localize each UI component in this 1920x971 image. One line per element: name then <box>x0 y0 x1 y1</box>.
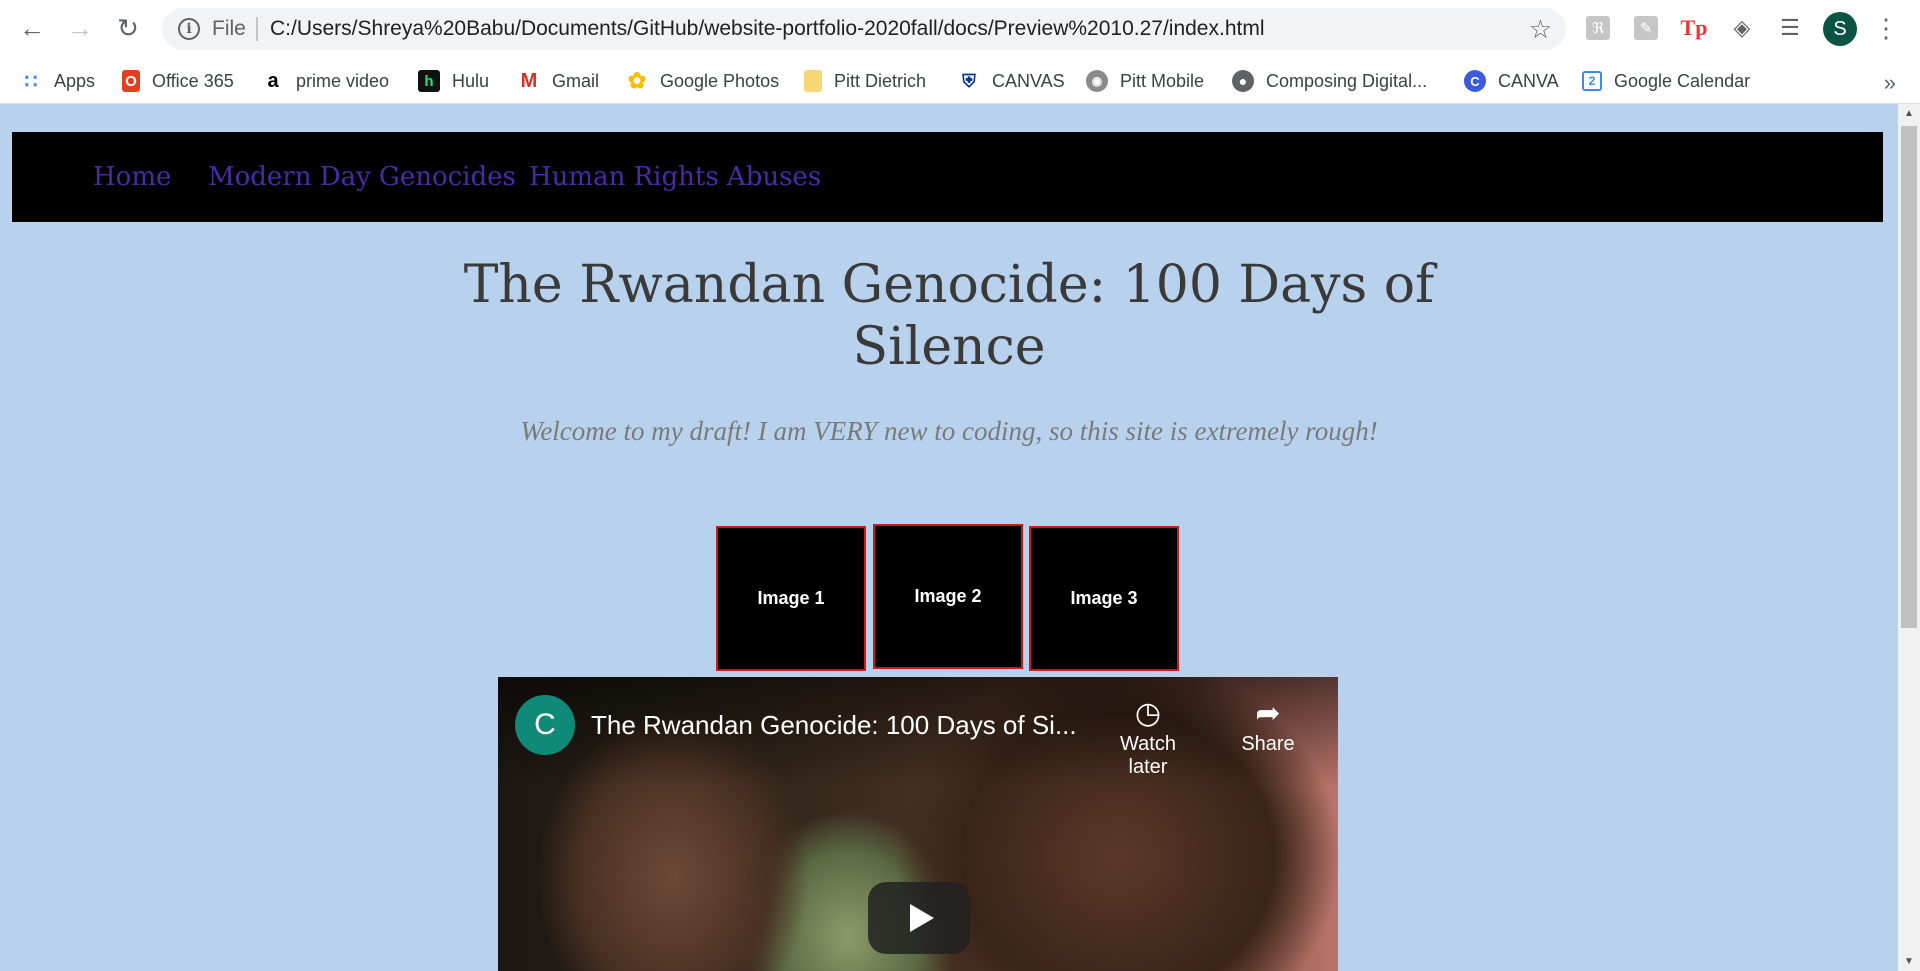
watch-later-button[interactable]: ◷ Watch later <box>1098 695 1198 779</box>
bookmark-label: Hulu <box>452 70 490 91</box>
site-info-icon[interactable]: i <box>178 18 200 40</box>
pitt-seal-icon: ⛨ <box>962 70 976 91</box>
site-nav-bar: Home Modern Day Genocides Human Rights A… <box>12 132 1883 222</box>
puzzle-extensions-icon[interactable]: ◈ <box>1726 12 1758 44</box>
bookmark-canva[interactable]: C CANVA <box>1464 66 1559 96</box>
grammarly-extension-icon[interactable]: ℜ <box>1582 12 1614 44</box>
image-placeholder-3[interactable]: Image 3 <box>1029 526 1179 671</box>
scroll-down-arrow-icon[interactable]: ▼ <box>1904 956 1914 967</box>
bookmark-google-calendar[interactable]: 2 Google Calendar <box>1582 66 1750 96</box>
bookmark-label: prime video <box>296 70 390 91</box>
scroll-up-arrow-icon[interactable]: ▲ <box>1904 108 1914 119</box>
bookmark-label: Google Calendar <box>1614 70 1751 91</box>
page-scrollbar[interactable]: ▲ ▼ <box>1898 104 1920 971</box>
bookmark-label: Pitt Dietrich <box>834 70 927 91</box>
bookmark-label: CANVA <box>1498 70 1559 91</box>
pdf-extension-icon[interactable]: ✎ <box>1630 12 1662 44</box>
scrollbar-thumb[interactable] <box>1901 126 1917 628</box>
image-placeholder-2[interactable]: Image 2 <box>873 524 1023 669</box>
page-title: The Rwandan Genocide: 100 Days of Silenc… <box>0 254 1898 378</box>
globe-icon: ● <box>1232 70 1254 92</box>
omnibox-divider <box>256 17 258 41</box>
apps-grid-icon: ∷ <box>24 70 38 93</box>
bookmark-composing-digital[interactable]: ● Composing Digital... <box>1232 66 1427 96</box>
google-photos-icon: ✿ <box>627 68 647 93</box>
image-placeholder-1[interactable]: Image 1 <box>716 526 866 671</box>
bookmark-office-365[interactable]: O Office 365 <box>122 66 234 96</box>
bookmark-google-photos[interactable]: ✿ Google Photos <box>626 66 779 96</box>
gmail-icon: M <box>520 69 538 92</box>
reload-icon[interactable]: ↻ <box>110 10 146 46</box>
video-title[interactable]: The Rwandan Genocide: 100 Days of Si... <box>591 710 1077 741</box>
bookmarks-bar: ∷ Apps O Office 365 a prime video h Hulu… <box>0 58 1920 104</box>
pitt-mobile-icon: ◉ <box>1086 70 1108 92</box>
address-bar[interactable]: i File C:/Users/Shreya%20Babu/Documents/… <box>162 8 1566 50</box>
clock-icon: ◷ <box>1134 697 1162 730</box>
share-label: Share <box>1241 733 1295 755</box>
nav-link-home[interactable]: Home <box>93 162 171 192</box>
menu-kebab-icon[interactable]: ⋮ <box>1873 10 1899 46</box>
bookmark-prime-video[interactable]: a prime video <box>262 66 389 96</box>
channel-avatar[interactable]: C <box>515 695 575 755</box>
bookmark-canvas[interactable]: ⛨ CANVAS <box>958 66 1065 96</box>
share-arrow-icon: ➦ <box>1255 697 1281 730</box>
page-subtitle: Welcome to my draft! I am VERY new to co… <box>520 416 1378 446</box>
share-button[interactable]: ➦ Share <box>1218 695 1318 756</box>
bookmark-label: Pitt Mobile <box>1120 70 1205 91</box>
nav-link-human-rights-abuses[interactable]: Human Rights Abuses <box>529 162 821 192</box>
youtube-video-embed[interactable]: C The Rwandan Genocide: 100 Days of Si..… <box>498 677 1338 971</box>
media-queue-icon[interactable]: ☰ <box>1774 12 1806 44</box>
back-arrow-icon[interactable]: ← <box>14 10 50 46</box>
bookmark-label: CANVAS <box>992 70 1065 91</box>
bookmark-gmail[interactable]: M Gmail <box>518 66 599 96</box>
amazon-icon: a <box>267 69 279 92</box>
bookmark-hulu[interactable]: h Hulu <box>418 66 489 96</box>
canva-icon: C <box>1464 70 1486 92</box>
hulu-icon: h <box>418 70 440 92</box>
page-viewport: Home Modern Day Genocides Human Rights A… <box>0 104 1898 971</box>
nav-link-modern-day-genocides[interactable]: Modern Day Genocides <box>208 162 516 192</box>
profile-avatar[interactable]: S <box>1823 12 1857 46</box>
play-icon <box>910 904 934 932</box>
url-text[interactable]: C:/Users/Shreya%20Babu/Documents/GitHub/… <box>270 17 1265 41</box>
google-calendar-icon: 2 <box>1582 71 1602 91</box>
tp-extension-icon[interactable]: Tp <box>1678 12 1710 44</box>
play-button[interactable] <box>868 882 970 954</box>
bookmark-pitt-mobile[interactable]: ◉ Pitt Mobile <box>1086 66 1204 96</box>
bookmark-label: Composing Digital... <box>1266 70 1428 91</box>
bookmark-apps[interactable]: ∷ Apps <box>20 66 95 96</box>
office-icon: O <box>122 70 140 92</box>
bookmark-label: Office 365 <box>152 70 234 91</box>
page-title-line-1: The Rwandan Genocide: 100 Days of <box>463 255 1435 315</box>
bookmark-label: Google Photos <box>660 70 780 91</box>
bookmark-star-icon[interactable]: ☆ <box>1529 14 1552 45</box>
forward-arrow-icon[interactable]: → <box>62 10 98 46</box>
scheme-label: File <box>212 17 246 40</box>
bookmark-pitt-dietrich[interactable]: Pitt Dietrich <box>804 66 926 96</box>
bookmark-label: Gmail <box>552 70 600 91</box>
bookmark-label: Apps <box>54 70 96 91</box>
browser-toolbar: ← → ↻ i File C:/Users/Shreya%20Babu/Docu… <box>0 0 1920 58</box>
folder-icon <box>804 70 822 92</box>
page-title-line-2: Silence <box>852 317 1046 377</box>
watch-later-label: Watch later <box>1120 733 1176 778</box>
bookmarks-overflow-icon[interactable]: » <box>1884 70 1896 96</box>
